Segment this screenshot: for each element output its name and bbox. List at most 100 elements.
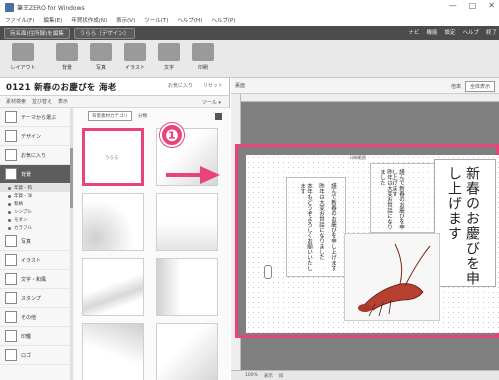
sub-toolbar: 素材検索 並び替え 表示 [0,96,229,108]
function-link[interactable]: 機能 [426,28,437,36]
menu-edit[interactable]: 編集(E) [43,16,62,24]
menu-help2[interactable]: ヘルプ(P) [211,16,235,24]
print-tool-button[interactable]: 印刷 [188,43,218,75]
view-status[interactable]: 表示 [264,373,273,379]
help-link[interactable]: ヘルプ [462,28,479,36]
category-design[interactable]: デザイン [0,127,72,146]
category-logo[interactable]: ロゴ [0,346,72,365]
step-number-badge: ❶ [160,123,184,147]
horizontal-ruler [241,94,499,102]
bullet-icon [8,202,11,206]
card-highlight-frame: 印刷範囲 本年もどうぞよろしくお願いいたします 昨年は大変お世話になりました 謹… [235,144,499,338]
theme-icon [5,111,17,123]
category-theme[interactable]: テーマから選ぶ [0,108,72,127]
minimize-button[interactable]: — [449,1,457,10]
text-tool-button[interactable]: 文字 [154,43,184,75]
text-frame[interactable] [286,177,346,277]
menu-help[interactable]: ヘルプ(H) [177,16,202,24]
background-tool-button[interactable]: 背景 [52,43,82,75]
mode-bar: 宛名面(住所録)を編集 うらら（デザイン） ナビ 機能 設定 ヘルプ 終了 [0,26,499,40]
header-links: お気に入り リセット [168,82,223,89]
lobster-illustration[interactable] [344,233,440,321]
category-dropdown[interactable]: 背景素材カテゴリ [88,111,132,121]
material-panel: 0121 新春のお慶びを 海老 お気に入り リセット 素材検索 並び替え 表示 … [0,78,230,380]
grid-view-icon[interactable] [215,113,222,120]
favorite-link[interactable]: お気に入り [168,82,193,89]
app-icon [5,2,14,12]
print-area-tag: 印刷範囲 [350,155,366,160]
thumb-item[interactable] [82,193,144,251]
title-frame[interactable]: 新春のお慶びを申し上げます [434,159,496,287]
menu-file[interactable]: ファイル(F) [5,16,34,24]
menu-bar: ファイル(F) 編集(E) 年賀状作成(N) 表示(V) ツール(T) ヘルプ(… [0,14,499,26]
frame-status[interactable]: 枠 [279,373,284,379]
logo-cat-icon [5,349,17,361]
category-scrollbar[interactable] [70,108,73,380]
sort-link[interactable]: 並び替え [32,98,52,105]
bullet-icon [8,226,11,230]
thumb-item[interactable] [156,258,218,316]
tool-dropdown[interactable]: ツール ▾ [202,99,221,106]
photo-tool-button[interactable]: 写真 [86,43,116,75]
illust-cat-icon [5,254,17,266]
category-stamp[interactable]: スタンプ [0,289,72,308]
seal-cat-icon [5,330,17,342]
layout-tool-button[interactable]: レイアウト [8,43,38,75]
menu-nenga[interactable]: 年賀状作成(N) [71,16,107,24]
subfilter-link[interactable]: 分類 [138,113,147,119]
category-other[interactable]: その他 [0,308,72,327]
illust-tool-button[interactable]: イラスト [120,43,150,75]
greeting-title: 新春のお慶びを申し上げます [446,166,480,286]
category-background[interactable]: 背景 [0,165,72,184]
thumb-item[interactable] [156,193,218,251]
window-titlebar: 筆王ZERO for Windows — □ ✕ [0,0,499,14]
printer-icon [192,43,214,61]
thumb-item[interactable] [156,323,218,380]
background-icon [56,43,78,61]
thumb-item[interactable] [82,323,144,380]
category-illust[interactable]: イラスト [0,251,72,270]
category-japanese-text[interactable]: 文字・和風 [0,270,72,289]
thumb-item[interactable] [82,258,144,316]
subcategory-item[interactable]: モダン [0,216,72,224]
zoom-label: 倍率 [450,84,461,90]
subcategory-item[interactable]: カラフル [0,224,72,232]
editor-panel: 裏面 倍率 全体表示 印刷範囲 本年もどうぞよろしくお願いいたします 昨年は大変… [231,78,499,380]
navi-link[interactable]: ナビ [408,28,419,36]
reset-link[interactable]: リセット [203,82,223,89]
layout-icon [12,43,34,61]
view-link[interactable]: 表示 [58,98,68,105]
side-tab[interactable]: 裏面 [235,82,245,89]
mode-right-links: ナビ 機能 設定 ヘルプ 終了 [408,28,497,36]
theme-header: 0121 新春のお慶びを 海老 お気に入り リセット [0,78,229,96]
maximize-button[interactable]: □ [469,1,477,10]
search-link[interactable]: 素材検索 [6,98,26,105]
zoom-dropdown[interactable]: 全体表示 [464,81,495,92]
theme-title: 0121 新春のお慶びを 海老 [6,82,117,93]
main-toolbar: レイアウト 背景 写真 イラスト 文字 印刷 [0,40,499,78]
category-favorite[interactable]: お気に入り [0,146,72,165]
subcategory-item[interactable]: 年賀 - 和 [0,184,72,192]
settings-link[interactable]: 設定 [444,28,455,36]
close-button[interactable]: ✕ [488,1,495,10]
subcategory-item[interactable]: 和柄 [0,200,72,208]
address-mode-button[interactable]: 宛名面(住所録)を編集 [4,27,70,39]
subcategory-item[interactable]: シンプル [0,208,72,216]
menu-view[interactable]: 表示(V) [116,16,135,24]
seal-stamp [264,265,272,279]
lobster-icon [358,243,431,317]
text-cat-icon [5,273,17,285]
zoom-control: 倍率 全体表示 [451,81,495,92]
exit-link[interactable]: 終了 [486,28,497,36]
postcard-canvas[interactable]: 印刷範囲 本年もどうぞよろしくお願いいたします 昨年は大変お世話になりました 謹… [246,155,499,333]
thumb-selected[interactable]: うらら [82,128,144,186]
scrollbar-thumb[interactable] [70,148,73,208]
bullet-icon [8,194,11,198]
menu-tools[interactable]: ツール(T) [144,16,168,24]
category-seal[interactable]: 印鑑 [0,327,72,346]
subcategory-item[interactable]: 年賀 - 洋 [0,192,72,200]
category-photo[interactable]: 写真 [0,232,72,251]
editor-topbar: 裏面 倍率 全体表示 [231,78,499,94]
design-mode-button[interactable]: うらら（デザイン） [73,27,136,39]
material-grid: 背景素材カテゴリ 分類 うらら [74,108,230,380]
